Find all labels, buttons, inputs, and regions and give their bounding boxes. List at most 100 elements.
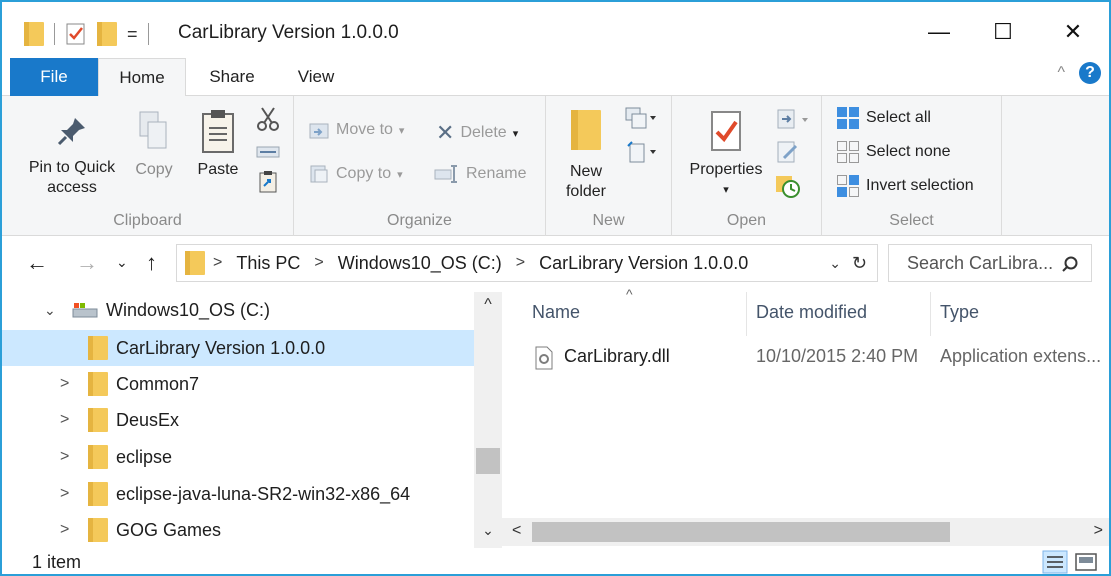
scroll-right-arrow-icon[interactable]: > [1094,522,1103,540]
address-history-chevron-icon[interactable]: ⌄ [829,255,841,272]
pin-label-line2: access [47,179,97,196]
expand-chevron-icon[interactable]: > [60,448,69,466]
file-list-pane: ^ Name Date modified Type CarLibrary.dll… [502,286,1109,548]
properties-check-icon[interactable] [65,22,87,46]
navigation-bar: ← → ⌄ ↑ > This PC > Windows10_OS (C:) > … [2,236,1109,292]
column-divider[interactable] [930,292,931,336]
search-placeholder: Search CarLibra... [907,252,1054,273]
open-dropdown-icon[interactable] [776,108,812,132]
tab-share[interactable]: Share [192,58,272,96]
select-all-icon [837,107,859,129]
close-button[interactable]: ✕ [1050,12,1096,52]
new-folder-icon[interactable] [97,22,117,46]
column-header-type[interactable]: Type [940,302,979,323]
tab-home[interactable]: Home [98,58,186,97]
file-row[interactable]: CarLibrary.dll 10/10/2015 2:40 PM Applic… [502,344,1109,374]
open-group-label: Open [726,212,767,229]
column-header-name[interactable]: Name [532,302,580,323]
open-group: Properties ▾ Open [672,96,822,236]
scrollbar-thumb[interactable] [532,522,950,542]
address-bar[interactable]: > This PC > Windows10_OS (C:) > CarLibra… [176,244,878,282]
forward-arrow-icon[interactable]: → [76,250,98,276]
title-bar: = CarLibrary Version 1.0.0.0 — ☐ ✕ [2,2,1109,58]
new-folder-label-line2: folder [565,183,607,200]
select-all-button[interactable]: Select all [836,106,931,130]
invert-selection-button[interactable]: Invert selection [836,174,974,198]
copy-to-button[interactable]: Copy to ▾ [308,164,403,184]
new-item-icon[interactable] [624,106,658,132]
divider [54,23,55,45]
delete-button[interactable]: ✕ Delete ▾ [436,120,518,146]
select-group: Select all Select none Invert selection … [822,96,1002,236]
breadcrumb-separator-icon[interactable]: > [314,254,323,272]
chevron-down-icon: ▾ [397,168,403,181]
tree-item-drive[interactable]: ⌄ Windows10_OS (C:) [2,292,474,328]
folder-icon[interactable] [24,22,44,46]
back-arrow-icon[interactable]: ← [26,250,48,276]
tab-file[interactable]: File [10,58,98,96]
delete-x-icon: ✕ [436,120,455,145]
sort-ascending-icon: ^ [626,286,633,302]
paste-button[interactable]: Paste [192,108,244,180]
clipboard-group-label: Clipboard [113,212,182,229]
organize-group: Move to ▾ Copy to ▾ ✕ Delete ▾ Rename Or… [294,96,546,236]
collapse-ribbon-icon[interactable]: ^ [1057,64,1065,82]
expanded-chevron-icon[interactable]: ⌄ [44,302,56,319]
recent-locations-chevron-icon[interactable]: ⌄ [116,254,128,271]
paste-shortcut-icon[interactable] [258,170,278,194]
scroll-left-arrow-icon[interactable]: < [512,522,521,540]
rename-label: Rename [466,165,527,182]
tree-item-gog-games[interactable]: > GOG Games [2,512,474,548]
details-view-icon[interactable] [1042,550,1068,574]
refresh-icon[interactable]: ↻ [852,253,867,274]
tree-item-label: GOG Games [116,519,222,540]
pin-to-quick-access-button[interactable]: Pin to Quick access [20,114,124,198]
tree-item-common7[interactable]: > Common7 [2,366,474,402]
tab-view[interactable]: View [278,58,354,96]
edit-icon[interactable] [776,140,800,164]
rename-button[interactable]: Rename [434,164,526,184]
organize-group-label: Organize [387,212,452,229]
breadcrumb-separator-icon[interactable]: > [516,254,525,272]
breadcrumb-carlibrary[interactable]: CarLibrary Version 1.0.0.0 [539,253,748,274]
expand-chevron-icon[interactable]: > [60,521,69,539]
copy-button[interactable]: Copy [128,110,180,180]
breadcrumb-this-pc[interactable]: This PC [236,253,300,274]
easy-access-icon[interactable] [624,140,658,166]
tree-item-carlibrary[interactable]: CarLibrary Version 1.0.0.0 [2,330,474,366]
delete-label: Delete [460,124,507,141]
scrollbar-thumb[interactable] [476,448,500,474]
expand-chevron-icon[interactable]: > [60,375,69,393]
customize-qat-dropdown[interactable]: = [127,24,138,45]
new-folder-button[interactable]: New folder [554,110,618,202]
minimize-button[interactable]: — [916,12,962,52]
breadcrumb-windows10-os[interactable]: Windows10_OS (C:) [338,253,502,274]
properties-button[interactable]: Properties ▾ [680,110,772,200]
navigation-pane-scrollbar[interactable]: ^ ⌄ [474,292,502,548]
expand-chevron-icon[interactable]: > [60,411,69,429]
maximize-button[interactable]: ☐ [980,12,1026,52]
tree-item-eclipse[interactable]: > eclipse [2,439,474,475]
column-header-date-modified[interactable]: Date modified [756,302,867,323]
cut-scissors-icon[interactable] [256,106,280,132]
file-list-horizontal-scrollbar[interactable]: < > [502,518,1109,546]
large-icons-view-icon[interactable] [1074,552,1098,572]
ribbon-help-area: ^ ? [1057,62,1101,84]
help-icon[interactable]: ? [1079,62,1101,84]
select-none-button[interactable]: Select none [836,140,951,164]
breadcrumb-separator-icon[interactable]: > [213,254,222,272]
move-to-button[interactable]: Move to ▾ [308,120,404,140]
expand-chevron-icon[interactable]: > [60,485,69,503]
scroll-up-arrow-icon[interactable]: ^ [474,296,502,314]
history-icon[interactable] [774,172,802,198]
folder-icon [88,445,108,469]
tree-item-deusex[interactable]: > DeusEx [2,402,474,438]
column-divider[interactable] [746,292,747,336]
copy-label: Copy [135,161,173,178]
scroll-down-arrow-icon[interactable]: ⌄ [474,522,502,539]
up-arrow-icon[interactable]: ↑ [146,250,157,276]
tree-item-eclipse-java-luna[interactable]: > eclipse-java-luna-SR2-win32-x86_64 [2,476,474,512]
tree-item-label: CarLibrary Version 1.0.0.0 [116,337,326,358]
search-box[interactable]: Search CarLibra... [888,244,1092,282]
copy-path-icon[interactable] [256,144,280,160]
